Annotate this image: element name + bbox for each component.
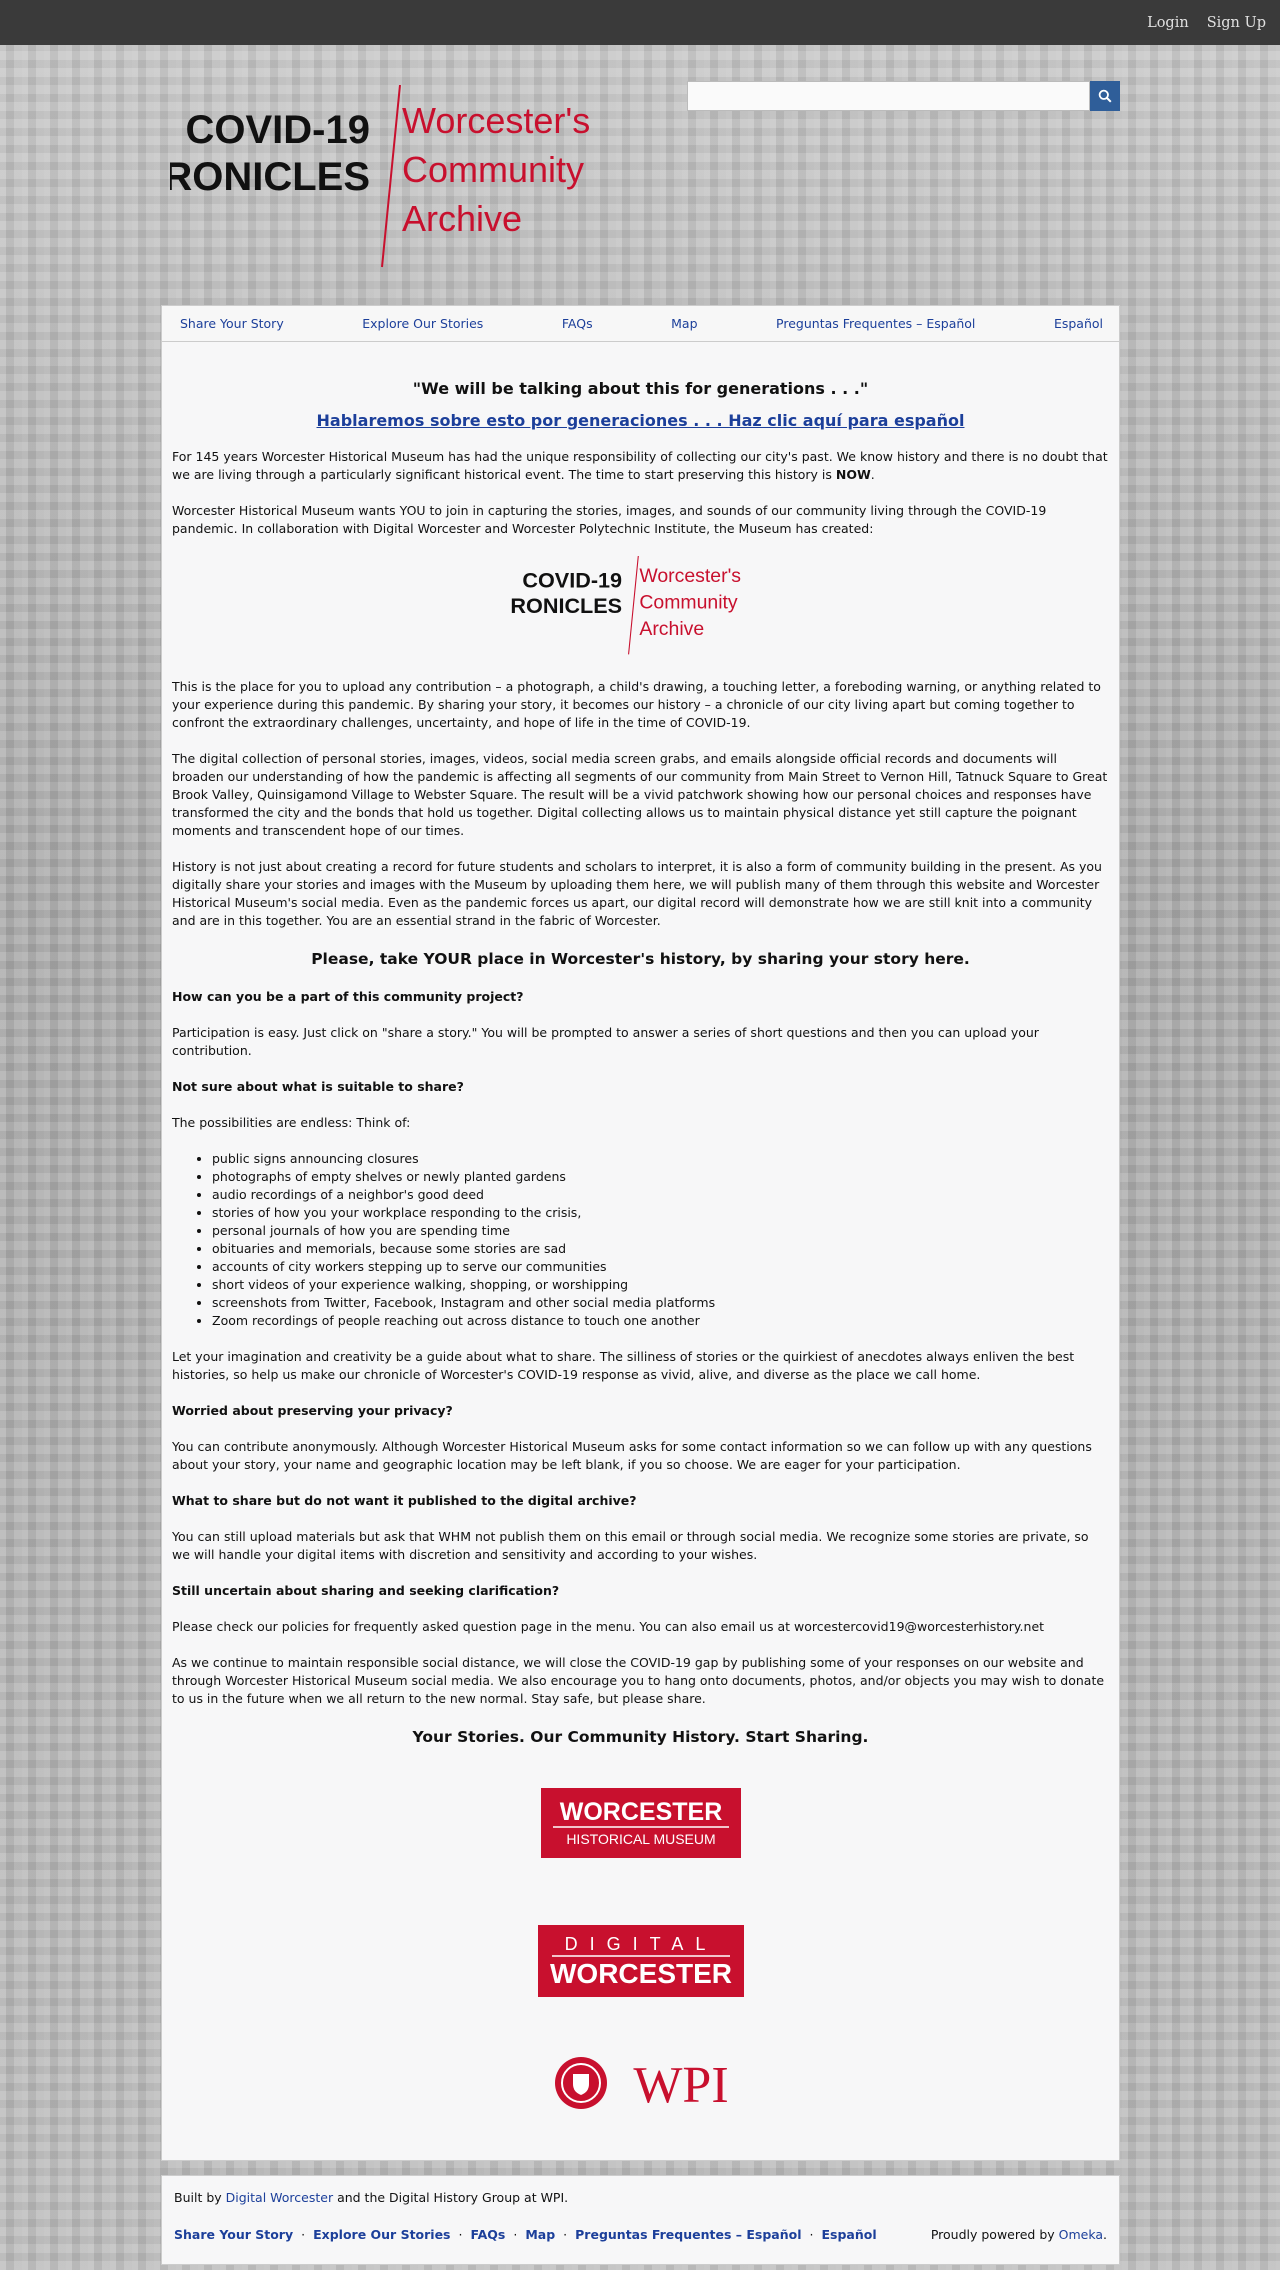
- logo-divider: [381, 85, 401, 268]
- intro-end: .: [870, 467, 875, 482]
- mid-logo-right3: Archive: [639, 618, 704, 640]
- list-item: screenshots from Twitter, Facebook, Inst…: [212, 1294, 1109, 1312]
- list-item: obituaries and memorials, because some s…: [212, 1240, 1109, 1258]
- paragraph-upload: This is the place for you to upload any …: [172, 679, 1101, 730]
- list-item: audio recordings of a neighbor's good de…: [212, 1186, 1109, 1204]
- nav-share-your-story[interactable]: Share Your Story: [180, 316, 284, 331]
- footer-credit-pre: Built by: [174, 2190, 226, 2205]
- list-item: stories of how you your workplace respon…: [212, 1204, 1109, 1222]
- footer-separator: ·: [563, 2227, 568, 2242]
- list-item: photographs of empty shelves or newly pl…: [212, 1168, 1109, 1186]
- main-content: "We will be talking about this for gener…: [161, 342, 1120, 2161]
- paragraph-collection: The digital collection of personal stori…: [172, 751, 1108, 838]
- logo-line1: COVID-19: [186, 108, 371, 152]
- paragraph-history: History is not just about creating a rec…: [172, 859, 1102, 928]
- search-input[interactable]: [687, 81, 1090, 111]
- list-item: Zoom recordings of people reaching out a…: [212, 1312, 1109, 1330]
- intro-paragraph: For 145 years Worcester Historical Museu…: [172, 448, 1109, 484]
- powered-post: .: [1103, 2227, 1107, 2242]
- intro-now: NOW: [835, 467, 871, 482]
- nav-map[interactable]: Map: [671, 316, 697, 331]
- logo-right2: Community: [402, 149, 584, 190]
- mid-logo-line2: CHRONICLES: [511, 593, 622, 618]
- list-item: accounts of city workers stepping up to …: [212, 1258, 1109, 1276]
- answer-uncertain: Please check our policies for frequently…: [172, 1619, 1045, 1634]
- nav-faqs[interactable]: FAQs: [562, 316, 593, 331]
- site-header: COVID-19 CHRONICLES Worcester's Communit…: [0, 45, 1280, 305]
- site-footer: Built by Digital Worcester and the Digit…: [161, 2175, 1120, 2265]
- intro-text: For 145 years Worcester Historical Museu…: [172, 449, 1108, 482]
- list-item: short videos of your experience walking,…: [212, 1276, 1109, 1294]
- login-link[interactable]: Login: [1147, 15, 1189, 31]
- footer-link-espanol[interactable]: Español: [821, 2227, 876, 2242]
- digital-worcester-link[interactable]: Digital Worcester: [226, 2190, 333, 2205]
- omeka-link[interactable]: Omeka: [1059, 2227, 1103, 2242]
- page-wrapper: Share Your Story Explore Our Stories FAQ…: [161, 305, 1120, 2265]
- footer-link-preguntas-frequentes[interactable]: Preguntas Frequentes – Español: [575, 2227, 801, 2242]
- paragraph-imagination: Let your imagination and creativity be a…: [172, 1349, 1075, 1382]
- footer-link-share-your-story[interactable]: Share Your Story: [174, 2227, 293, 2242]
- partner-logos: WORCESTER HISTORICAL MUSEUM DIGITAL WORC…: [172, 1766, 1109, 2117]
- question-not-published: What to share but do not want it publish…: [172, 1493, 637, 1508]
- answer-privacy: You can contribute anonymously. Although…: [172, 1439, 1092, 1472]
- main-nav: Share Your Story Explore Our Stories FAQ…: [161, 305, 1120, 342]
- digital-worcester-logo[interactable]: DIGITAL WORCESTER: [537, 1925, 744, 1997]
- answer-not-published: You can still upload materials but ask t…: [172, 1529, 1089, 1562]
- chronicles-logo: COVID-19 CHRONICLES Worcester's Communit…: [511, 556, 741, 655]
- whm-logo-line1: WORCESTER: [559, 1798, 722, 1826]
- question-participate: How can you be a part of this community …: [172, 989, 524, 1004]
- footer-credit-post: and the Digital History Group at WPI.: [333, 2190, 569, 2205]
- paragraph-distance: As we continue to maintain responsible s…: [172, 1655, 1105, 1706]
- answer-participate: Participation is easy. Just click on "sh…: [172, 1025, 1039, 1058]
- site-logo[interactable]: COVID-19 CHRONICLES Worcester's Communit…: [170, 85, 640, 270]
- call-to-action-heading: Please, take YOUR place in Worcester's h…: [311, 950, 970, 968]
- footer-link-explore-our-stories[interactable]: Explore Our Stories: [313, 2227, 450, 2242]
- wpi-logo-text: WPI: [633, 2057, 728, 2112]
- ideas-list: public signs announcing closures photogr…: [212, 1150, 1109, 1330]
- question-privacy: Worried about preserving your privacy?: [172, 1403, 453, 1418]
- answer-suitable: The possibilities are endless: Think of:: [172, 1115, 411, 1130]
- nav-preguntas-frequentes[interactable]: Preguntas Frequentes – Español: [776, 316, 975, 331]
- footer-separator: ·: [458, 2227, 463, 2242]
- mid-logo-line1: COVID-19: [522, 567, 622, 592]
- powered-pre: Proudly powered by: [930, 2227, 1059, 2242]
- top-bar: Login Sign Up: [0, 0, 1280, 45]
- footer-separator: ·: [301, 2227, 306, 2242]
- mid-logo-right2: Community: [639, 591, 738, 613]
- question-suitable: Not sure about what is suitable to share…: [172, 1079, 464, 1094]
- spanish-link-wrap: Hablaremos sobre esto por generaciones .…: [172, 412, 1109, 430]
- question-uncertain: Still uncertain about sharing and seekin…: [172, 1583, 560, 1598]
- page-heading: "We will be talking about this for gener…: [412, 379, 869, 398]
- dw-logo-line2: WORCESTER: [550, 1958, 732, 1989]
- dw-logo-line1: DIGITAL: [564, 1934, 717, 1954]
- footer-powered-by: Proudly powered by Omeka.: [931, 2227, 1107, 2242]
- footer-separator: ·: [809, 2227, 814, 2242]
- whm-logo-line2: HISTORICAL MUSEUM: [566, 1831, 715, 1847]
- footer-separator: ·: [513, 2227, 518, 2242]
- logo-right1: Worcester's: [402, 100, 590, 141]
- search-icon: [1098, 89, 1112, 103]
- mid-logo-divider: [627, 556, 639, 655]
- nav-explore-our-stories[interactable]: Explore Our Stories: [362, 316, 483, 331]
- search-form: [687, 81, 1120, 111]
- nav-espanol[interactable]: Español: [1054, 316, 1103, 331]
- list-item: personal journals of how you are spendin…: [212, 1222, 1109, 1240]
- search-button[interactable]: [1090, 81, 1120, 111]
- footer-credit: Built by Digital Worcester and the Digit…: [174, 2190, 1107, 2205]
- logo-right3: Archive: [402, 198, 522, 239]
- list-item: public signs announcing closures: [212, 1150, 1109, 1168]
- footer-link-map[interactable]: Map: [525, 2227, 555, 2242]
- footer-nav: Share Your Story · Explore Our Stories · FAQ…: [174, 2227, 877, 2242]
- spanish-version-link[interactable]: Hablaremos sobre esto por generaciones .…: [317, 411, 965, 430]
- mid-logo-right1: Worcester's: [639, 565, 741, 587]
- paragraph-join: Worcester Historical Museum wants YOU to…: [172, 503, 1047, 536]
- wpi-logo[interactable]: WPI: [553, 2054, 729, 2114]
- signup-link[interactable]: Sign Up: [1207, 15, 1266, 31]
- closing-heading: Your Stories. Our Community History. Sta…: [412, 1728, 869, 1746]
- worcester-historical-museum-logo[interactable]: WORCESTER HISTORICAL MUSEUM: [540, 1788, 741, 1858]
- logo-line2: CHRONICLES: [170, 155, 370, 199]
- footer-link-faqs[interactable]: FAQs: [470, 2227, 505, 2242]
